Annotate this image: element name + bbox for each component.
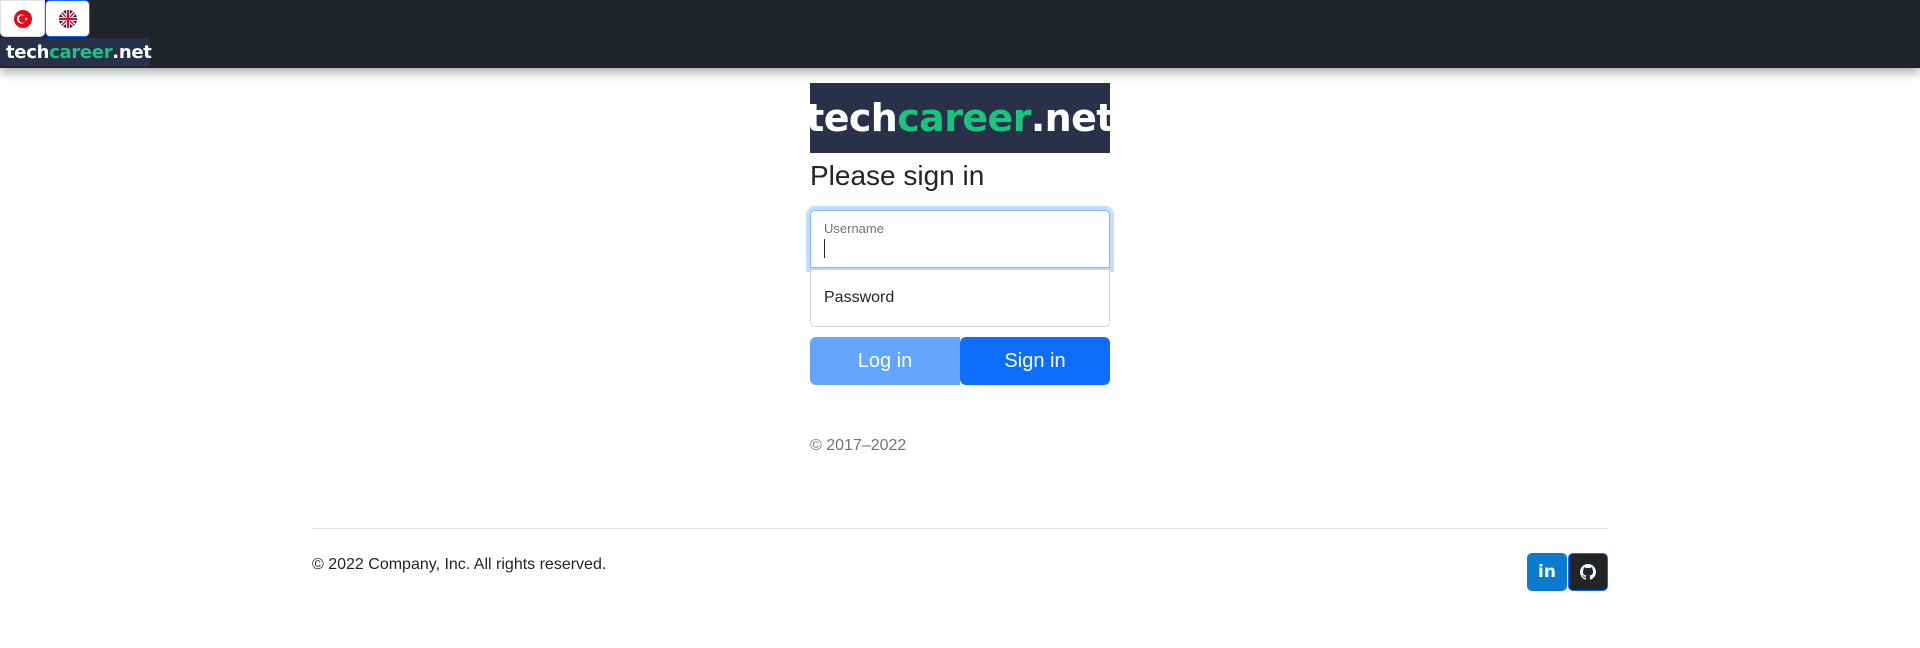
signin-button[interactable]: Sign in — [960, 337, 1110, 385]
password-input[interactable] — [811, 270, 1109, 326]
page-title: Please sign in — [810, 160, 985, 191]
language-turkish-button[interactable] — [0, 0, 45, 37]
username-input[interactable] — [811, 211, 1109, 267]
signin-form: tech career .net Please sign in Username L… — [806, 83, 1114, 455]
password-field[interactable] — [810, 269, 1110, 327]
footer-divider — [312, 528, 1608, 529]
linkedin-button[interactable]: in — [1527, 553, 1567, 591]
turkey-flag-icon — [13, 9, 32, 28]
login-button[interactable]: Log in — [810, 337, 960, 385]
language-english-button[interactable] — [45, 0, 90, 37]
github-button[interactable] — [1568, 553, 1608, 591]
uk-flag-icon — [58, 9, 77, 28]
navbar-brand-logo[interactable]: tech career .net — [0, 38, 152, 66]
footer-copyright: © 2022 Company, Inc. All rights reserved… — [312, 556, 607, 573]
button-group: Log in Sign in — [810, 337, 1110, 385]
form-logo: tech career .net — [806, 83, 1114, 153]
github-icon — [1580, 564, 1596, 580]
linkedin-icon: in — [1538, 562, 1556, 582]
username-field[interactable]: Username — [810, 210, 1110, 268]
top-navbar: tech career .net — [0, 0, 1920, 68]
form-copyright: © 2017–2022 — [810, 437, 907, 454]
